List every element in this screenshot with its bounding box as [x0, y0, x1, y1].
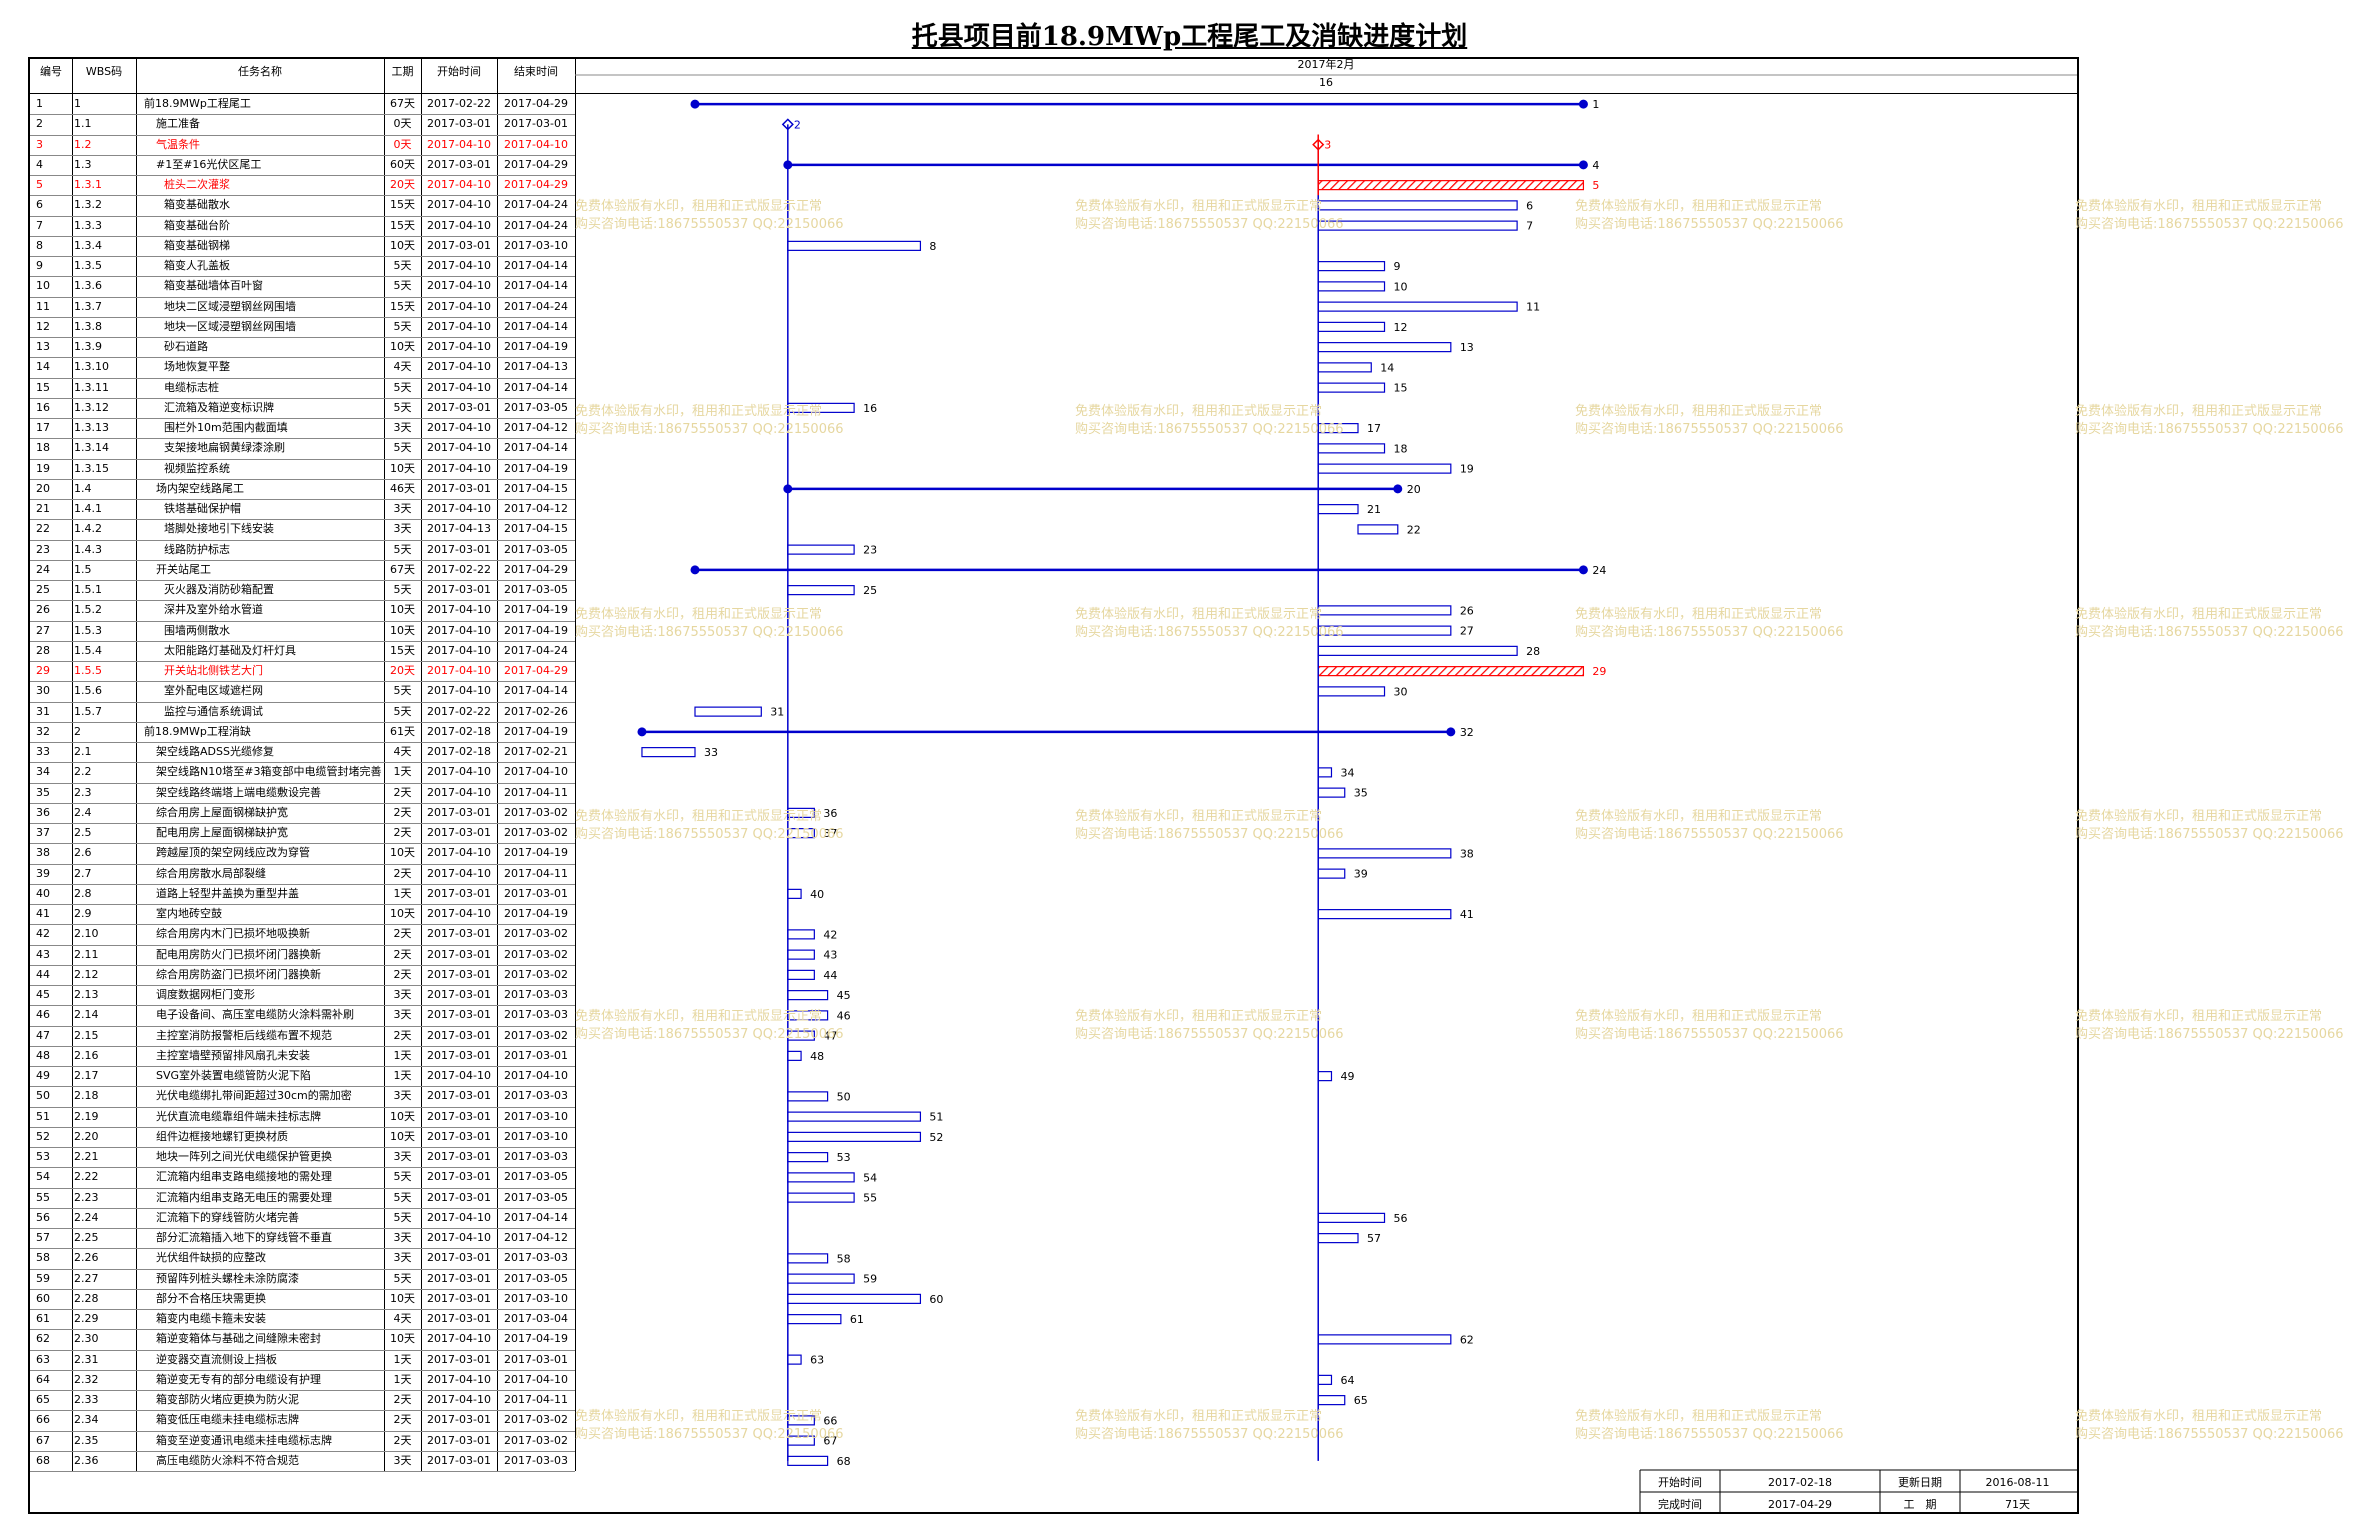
- footer-duration-value: 71天: [2005, 1498, 2030, 1511]
- footer-start-value: 2017-02-18: [1768, 1476, 1832, 1489]
- table-frame: [28, 57, 2079, 1514]
- footer-update-label: 更新日期: [1898, 1476, 1942, 1489]
- footer-finish-label: 完成时间: [1658, 1498, 1702, 1511]
- footer-update-value: 2016-08-11: [1985, 1476, 2050, 1489]
- footer-finish-value: 2017-04-29: [1768, 1498, 1832, 1511]
- footer-start-label: 开始时间: [1658, 1476, 1702, 1489]
- footer-duration-label: 工 期: [1903, 1498, 1937, 1511]
